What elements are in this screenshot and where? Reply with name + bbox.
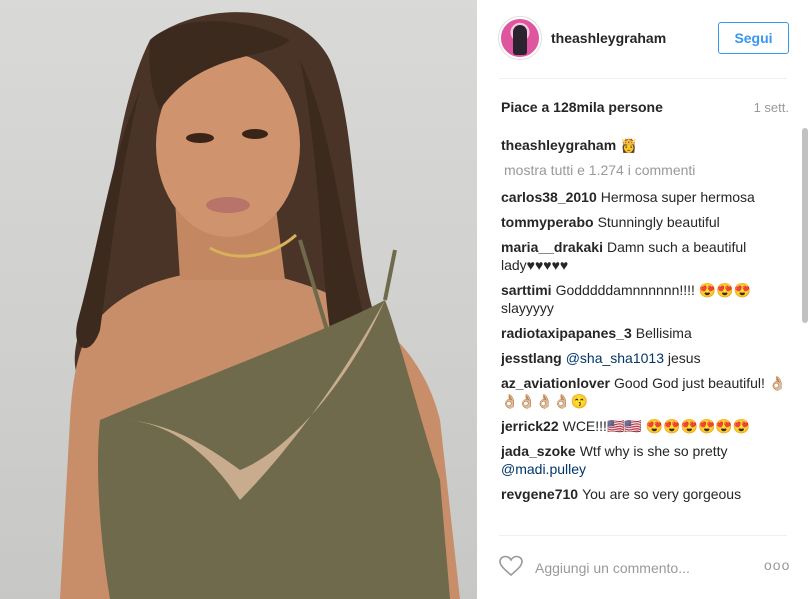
comment-username[interactable]: maria__drakaki (501, 239, 603, 255)
post-header: theashleygraham Segui (477, 0, 809, 78)
comment-mention[interactable]: @sha_sha1013 (566, 350, 664, 366)
comment-text: Stunningly beautiful (597, 214, 720, 230)
load-more-comments-link[interactable]: mostra tutti e 1.274 i commenti (504, 161, 791, 179)
caption: theashleygraham 👸 (501, 136, 791, 154)
comment-text: Bellisima (635, 325, 692, 341)
comment: sarttimi Godddddamnnnnnn!!!! 😍😍😍 slayyyyy (501, 281, 791, 317)
comment-username[interactable]: jerrick22 (501, 418, 559, 434)
more-options-icon[interactable]: ooo (764, 557, 790, 573)
comment: az_aviationlover Good God just beautiful!… (501, 374, 791, 410)
header-divider (499, 78, 787, 79)
comment-username[interactable]: jada_szoke (501, 443, 576, 459)
add-comment-input[interactable] (535, 557, 755, 579)
author-username[interactable]: theashleygraham (551, 30, 666, 46)
post-footer: ooo (477, 545, 809, 599)
comment: tommyperabo Stunningly beautiful (501, 213, 791, 231)
comment: jerrick22 WCE!!!🇺🇸🇺🇸 😍😍😍😍😍😍 (501, 417, 791, 435)
comment-mention[interactable]: @madi.pulley (501, 461, 586, 477)
footer-divider (499, 535, 787, 536)
heart-icon[interactable] (499, 555, 523, 582)
comment-username[interactable]: jesstlang (501, 350, 562, 366)
post-photo-image (60, 12, 460, 599)
post-time[interactable]: 1 sett. (754, 100, 789, 115)
comment-username[interactable]: theashleygraham (501, 137, 616, 153)
comment-text: 👸 (620, 137, 638, 153)
comments-scrollbar[interactable] (802, 128, 808, 323)
comment: radiotaxipapanes_3 Bellisima (501, 324, 791, 342)
comment-username[interactable]: sarttimi (501, 282, 552, 298)
follow-button[interactable]: Segui (718, 22, 789, 54)
post-photo[interactable] (0, 0, 477, 599)
comment-text: You are so very gorgeous (582, 486, 742, 502)
comment-username[interactable]: revgene710 (501, 486, 578, 502)
comment: revgene710 You are so very gorgeous (501, 485, 791, 503)
avatar[interactable] (499, 17, 541, 59)
comment-username[interactable]: az_aviationlover (501, 375, 610, 391)
post-side-panel: theashleygraham Segui Piace a 128mila pe… (477, 0, 809, 599)
comments-list[interactable]: theashleygraham 👸 mostra tutti e 1.274 i … (501, 136, 791, 526)
comment: maria__drakaki Damn such a beautiful lady… (501, 238, 791, 274)
comment: carlos38_2010 Hermosa super hermosa (501, 188, 791, 206)
comment-username[interactable]: carlos38_2010 (501, 189, 597, 205)
comment-text: Wtf why is she so pretty (579, 443, 728, 459)
comment: jada_szoke Wtf why is she so pretty @madi… (501, 442, 791, 478)
comment: jesstlang @sha_sha1013 jesus (501, 349, 791, 367)
comment-username[interactable]: radiotaxipapanes_3 (501, 325, 632, 341)
comment-text: Hermosa super hermosa (600, 189, 755, 205)
comment-text: jesus (667, 350, 701, 366)
comment-username[interactable]: tommyperabo (501, 214, 594, 230)
likes-count[interactable]: Piace a 128mila persone (501, 99, 663, 115)
comment-text: WCE!!!🇺🇸🇺🇸 😍😍😍😍😍😍 (562, 418, 751, 434)
